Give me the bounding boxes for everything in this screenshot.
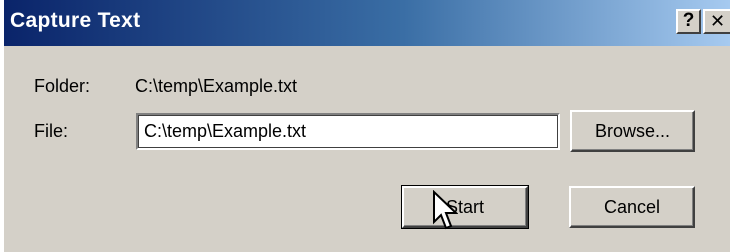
capture-text-dialog: Capture Text ? ✕ Folder: C:\temp\Example…	[4, 0, 730, 252]
folder-label: Folder:	[34, 76, 91, 96]
file-label: File:	[34, 121, 69, 141]
help-button[interactable]: ?	[676, 9, 701, 34]
mouse-pointer-icon	[433, 190, 458, 230]
browse-button[interactable]: Browse...	[570, 110, 695, 152]
start-button[interactable]: Start	[401, 185, 529, 229]
title-bar[interactable]: Capture Text ? ✕	[4, 0, 730, 46]
window-title: Capture Text	[10, 9, 141, 32]
file-path-input[interactable]	[136, 113, 560, 150]
cancel-button[interactable]: Cancel	[569, 186, 695, 228]
close-icon: ✕	[709, 11, 726, 31]
close-button[interactable]: ✕	[703, 9, 730, 34]
folder-value: C:\temp\Example.txt	[135, 76, 298, 96]
